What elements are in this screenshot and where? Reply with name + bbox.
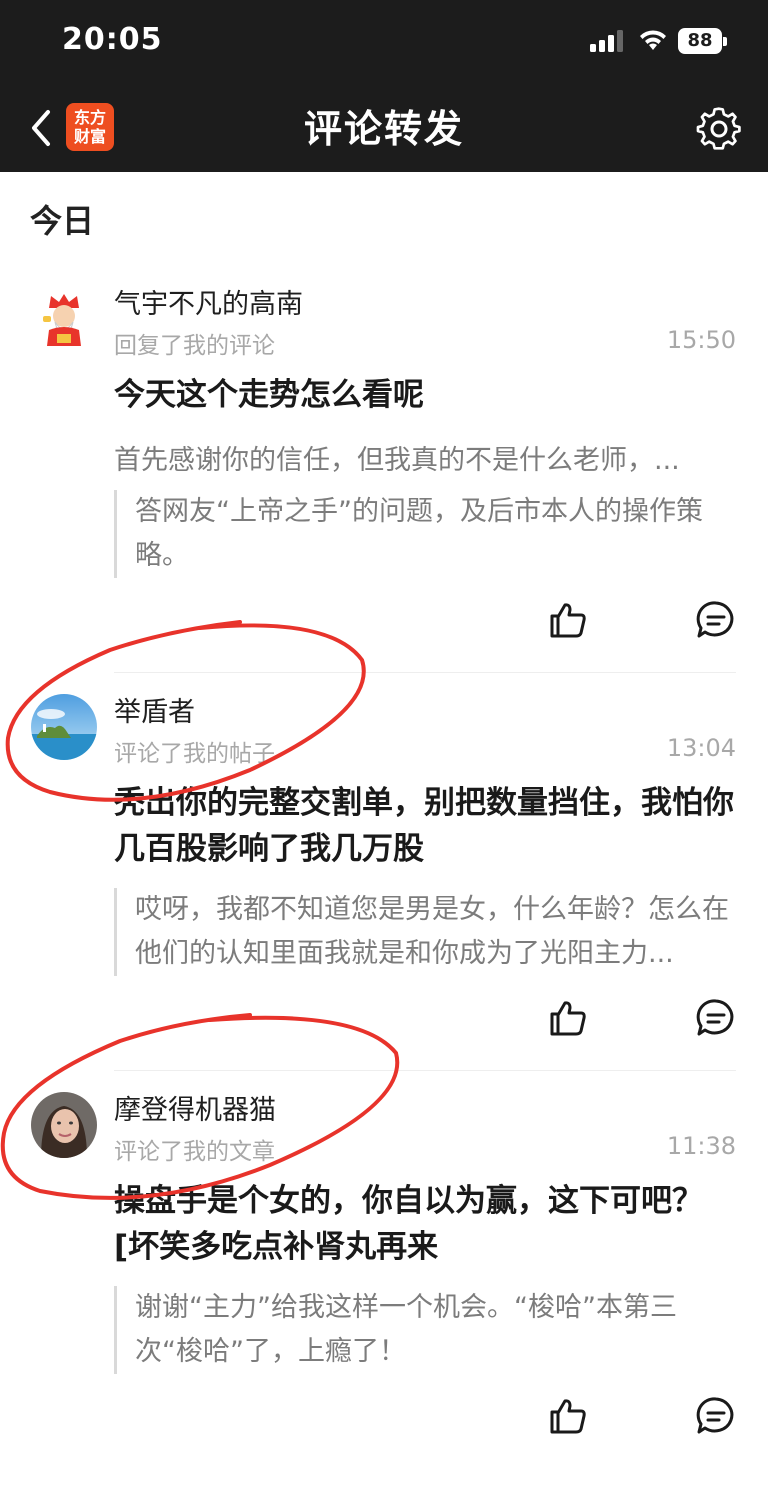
username[interactable]: 举盾者 xyxy=(114,690,195,729)
signal-icon xyxy=(590,30,623,52)
status-time: 20:05 xyxy=(62,22,163,57)
timestamp: 13:04 xyxy=(666,734,736,762)
quoted-original[interactable]: 谢谢“主力”给我这样一个机会。“梭哈”本第三次“梭哈”了，上瘾了！ xyxy=(114,1286,738,1374)
quoted-original-text: 哎呀，我都不知道您是男是女，什么年龄？怎么在他们的认知里面我就是和你成为了光阳主… xyxy=(135,894,729,969)
avatar[interactable] xyxy=(31,1092,97,1158)
battery-indicator: 88 xyxy=(678,28,727,54)
timestamp: 11:38 xyxy=(666,1132,736,1160)
action-label: 回复了我的评论 xyxy=(114,333,275,359)
comment-text[interactable]: 今天这个走势怎么看呢 xyxy=(114,372,744,418)
comment-bubble-icon[interactable] xyxy=(696,1396,736,1436)
top-bar: 20:05 88 东方 财富 评论转发 xyxy=(0,0,768,172)
settings-gear-icon[interactable] xyxy=(696,106,742,152)
comment-text[interactable]: 秃出你的完整交割单，别把数量挡住，我怕你几百股影响了我几万股 xyxy=(114,780,744,872)
page-title: 评论转发 xyxy=(303,107,464,151)
action-label: 评论了我的文章 xyxy=(114,1139,275,1165)
avatar[interactable] xyxy=(31,694,97,760)
username[interactable]: 摩登得机器猫 xyxy=(114,1088,276,1127)
reply-excerpt[interactable]: 首先感谢你的信任，但我真的不是什么老师，... xyxy=(114,438,718,477)
like-thumbs-up-icon[interactable] xyxy=(548,1396,588,1436)
avatar[interactable] xyxy=(31,286,97,352)
divider xyxy=(114,672,736,673)
section-label-today: 今日 xyxy=(30,202,95,240)
action-label: 评论了我的帖子 xyxy=(114,741,275,767)
comment-text[interactable]: 操盘手是个女的，你自以为赢，这下可吧？[坏笑多吃点补肾丸再来 xyxy=(114,1178,744,1270)
comment-bubble-icon[interactable] xyxy=(696,600,736,640)
comment-bubble-icon[interactable] xyxy=(696,998,736,1038)
username[interactable]: 气宇不凡的高南 xyxy=(114,282,303,321)
like-thumbs-up-icon[interactable] xyxy=(548,998,588,1038)
divider xyxy=(114,1070,736,1071)
quoted-original[interactable]: 答网友“上帝之手”的问题，及后市本人的操作策略。 xyxy=(114,490,738,578)
timestamp: 15:50 xyxy=(666,326,736,354)
like-thumbs-up-icon[interactable] xyxy=(548,600,588,640)
wifi-icon xyxy=(640,30,666,50)
quoted-original[interactable]: 哎呀，我都不知道您是男是女，什么年龄？怎么在他们的认知里面我就是和你成为了光阳主… xyxy=(114,888,738,976)
